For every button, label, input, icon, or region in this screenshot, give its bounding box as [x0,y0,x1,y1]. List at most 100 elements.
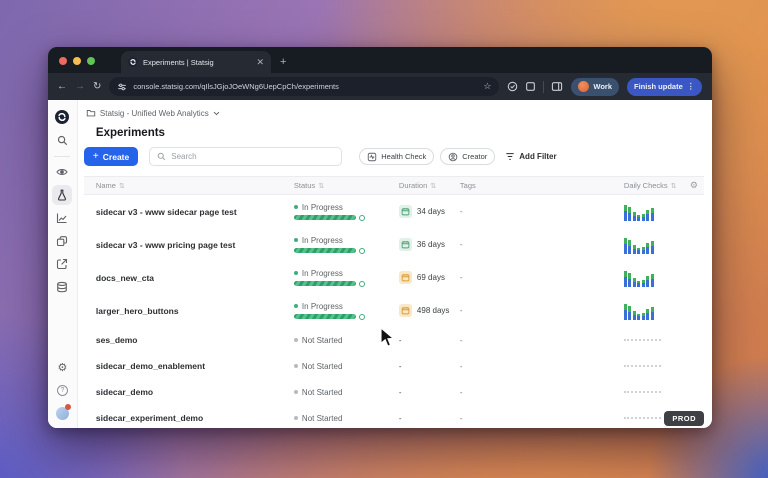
experiment-name[interactable]: sidecar_demo_enablement [96,361,294,371]
column-header-name[interactable]: Name ⇅ [96,181,294,190]
status-cell: In Progress [293,236,399,254]
tags-value: - [459,240,463,249]
creator-filter[interactable]: Creator [440,148,496,165]
status-cell: Not Started [293,414,399,423]
search-icon [157,152,166,161]
daily-checks-cell [623,365,690,367]
sort-icon[interactable]: ⇅ [671,182,677,190]
settings-gear-icon[interactable]: ⚙ [52,357,72,377]
new-tab-button[interactable]: + [280,56,286,68]
experiments-table: Name ⇅ Status ⇅ Duration ⇅ Tags Daily Check… [83,176,704,428]
reload-icon[interactable]: ↻ [93,81,101,92]
table-row[interactable]: larger_hero_buttons In Progress 498 days… [84,294,704,327]
experiment-name[interactable]: ses_demo [96,335,294,345]
health-check-filter[interactable]: Health Check [359,148,435,165]
finish-update-button[interactable]: Finish update ⋮ [627,77,702,96]
table-row[interactable]: sidecar_experiment_demo Not Started - - [84,405,704,428]
daily-checks-chart [623,417,661,419]
profile-button[interactable]: Work [571,77,620,96]
minimize-window-button[interactable] [73,57,81,65]
column-header-duration[interactable]: Duration ⇅ [399,181,460,190]
address-bar[interactable]: console.statsig.com/qIlsJGjoJOeWNg6UepCp… [109,77,500,96]
box-icon[interactable] [525,81,536,92]
back-icon[interactable]: ← [57,81,67,92]
status-progress [293,313,399,320]
add-filter-button[interactable]: Add Filter [505,152,557,161]
controls-row: + Create Search Health Check Creator Add… [83,147,704,166]
close-window-button[interactable] [59,57,67,65]
page-title: Experiments [95,127,165,139]
tab-close-icon[interactable]: ✕ [256,57,264,67]
search-input[interactable]: Search [149,147,343,166]
status-progress [293,280,399,287]
sort-icon[interactable]: ⇅ [430,182,436,190]
status-cell: In Progress [293,269,399,287]
browser-tab[interactable]: Experiments | Statsig ✕ [121,51,271,73]
experiment-name[interactable]: sidecar_demo [96,387,294,397]
duration-value: 36 days [416,240,445,249]
table-body: sidecar v3 - www sidecar page test In Pr… [84,195,704,428]
status-dot [293,304,298,308]
experiment-name[interactable]: sidecar_experiment_demo [96,413,294,423]
status-label: In Progress [301,202,343,212]
sidebar-item-feature-gates[interactable] [52,162,72,182]
daily-checks-chart [623,302,690,320]
sidebar-item-console[interactable] [52,277,72,297]
health-check-icon [368,152,377,161]
table-row[interactable]: sidecar v3 - www sidecar page test In Pr… [84,195,704,228]
kebab-menu-icon[interactable]: ⋮ [687,82,695,91]
column-header-status[interactable]: Status ⇅ [294,181,399,190]
daily-checks-chart [623,269,690,287]
chart-line-icon [57,213,67,224]
status-dot [293,338,298,342]
search-icon[interactable] [52,130,72,150]
user-avatar[interactable] [55,404,71,420]
status-cell: Not Started [293,362,399,371]
tags-value: - [459,335,463,345]
duration-cell: - [399,336,460,345]
column-header-tags[interactable]: Tags [460,181,624,190]
table-settings-gear-icon[interactable]: ⚙ [690,180,698,191]
experiment-name[interactable]: larger_hero_buttons [96,306,294,316]
column-header-daily-checks[interactable]: Daily Checks ⇅ [624,181,690,190]
statsig-logo[interactable] [52,107,72,127]
health-check-label: Health Check [381,152,427,161]
bookmark-star-icon[interactable]: ☆ [483,81,491,92]
create-button[interactable]: + Create [83,147,139,166]
sidebar-item-export[interactable] [52,254,72,274]
tags-value: - [459,207,463,216]
tags-value: - [459,387,463,397]
experiment-name[interactable]: sidecar v3 - www pricing page test [96,240,294,250]
breadcrumb[interactable]: Statsig - Unified Web Analytics [86,108,704,118]
breadcrumb-label: Statsig - Unified Web Analytics [99,108,209,118]
duration-value: 34 days [416,207,445,216]
table-row[interactable]: docs_new_cta In Progress 69 days - [84,261,704,294]
table-row[interactable]: sidecar_demo Not Started - - [84,379,704,405]
table-row[interactable]: sidecar v3 - www pricing page test In Pr… [84,228,704,261]
sidebar-item-segments[interactable] [52,231,72,251]
site-info-icon[interactable] [117,82,127,92]
extension-check-icon[interactable] [507,81,518,92]
sidebar-item-metrics[interactable] [52,208,72,228]
daily-checks-chart [623,365,661,367]
side-panel-icon[interactable] [551,81,563,92]
experiment-name[interactable]: sidecar v3 - www sidecar page test [96,207,294,217]
sidebar-item-experiments[interactable] [52,185,73,205]
table-row[interactable]: sidecar_demo_enablement Not Started - - [84,353,704,379]
app-sidebar: ⚙ ? [48,100,78,428]
zoom-window-button[interactable] [87,57,95,65]
help-icon[interactable]: ? [52,380,72,400]
sort-icon[interactable]: ⇅ [318,182,324,190]
tags-value: - [459,273,463,282]
status-cell: In Progress [293,202,399,221]
duration-value: 498 days [416,306,450,315]
experiment-name[interactable]: docs_new_cta [96,273,294,283]
sidebar-divider [54,156,71,157]
duration-icon [398,205,412,218]
status-progress [293,247,399,254]
duration-value: - [398,335,402,345]
progress-ring-icon [358,214,365,221]
sort-icon[interactable]: ⇅ [119,182,125,190]
tab-title: Experiments | Statsig [143,57,214,67]
duration-cell: 34 days [398,205,460,218]
